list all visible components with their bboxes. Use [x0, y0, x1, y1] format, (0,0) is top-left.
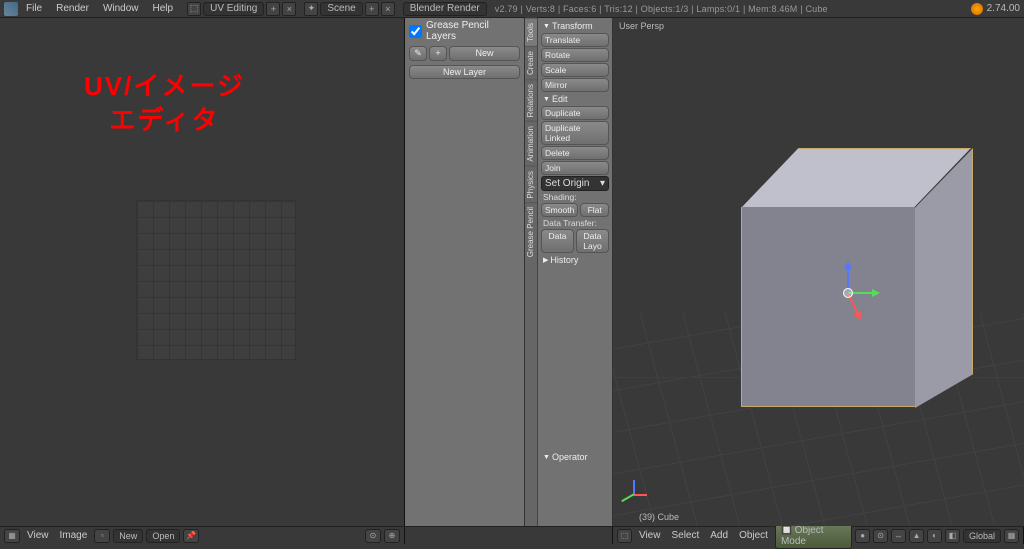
duplicate-button[interactable]: Duplicate	[541, 106, 609, 120]
set-origin-dropdown[interactable]: Set Origin▾	[541, 176, 609, 191]
smooth-button[interactable]: Smooth	[541, 203, 578, 217]
menu-file[interactable]: File	[20, 1, 48, 16]
v3-menu-select[interactable]: Select	[667, 529, 703, 542]
3d-viewport[interactable]: User Persp (39) Cube 3D ビュー	[613, 18, 1024, 526]
new-layer-button[interactable]: New Layer	[409, 65, 520, 79]
tab-physics[interactable]: Physics	[525, 166, 537, 203]
delete-button[interactable]: Delete	[541, 146, 609, 160]
pin-icon[interactable]: 📌	[183, 529, 199, 543]
new-image-button[interactable]: New	[113, 529, 143, 543]
v3-menu-object[interactable]: Object	[735, 529, 772, 542]
uv-grid	[136, 200, 296, 360]
pivot-icon[interactable]: ⊙	[365, 529, 381, 543]
info-header: File Render Window Help ⬚ UV Editing + ×…	[0, 0, 1024, 18]
blender-logo-icon	[4, 2, 18, 16]
manipulator-gizmo[interactable]	[818, 263, 878, 323]
section-edit[interactable]: Edit	[541, 93, 609, 105]
tab-tools[interactable]: Tools	[525, 18, 537, 46]
update-logo-icon	[971, 3, 983, 15]
datatransfer-label: Data Transfer:	[541, 218, 609, 228]
manip-translate-icon[interactable]: ▲	[909, 529, 924, 543]
gp-header[interactable]: Grease Pencil Layers	[405, 18, 524, 44]
tool-footer	[405, 527, 613, 544]
del-scene-icon[interactable]: ×	[381, 2, 395, 16]
manip-scale-icon[interactable]: ◧	[945, 529, 960, 543]
v3-menu-add[interactable]: Add	[706, 529, 732, 542]
section-transform[interactable]: Transform	[541, 20, 609, 32]
v3-menu-view[interactable]: View	[635, 529, 665, 542]
active-object-label: (39) Cube	[639, 512, 679, 522]
translate-button[interactable]: Translate	[541, 33, 609, 47]
view-persp-label: User Persp	[619, 21, 664, 31]
scene-stats: v2.79 | Verts:8 | Faces:6 | Tris:12 | Ob…	[495, 4, 828, 14]
uv-menu-image[interactable]: Image	[56, 529, 92, 542]
menu-help[interactable]: Help	[147, 1, 180, 16]
version-label: 2.74.00	[987, 3, 1020, 14]
gizmo-center[interactable]	[843, 288, 853, 298]
scene-icon[interactable]: ✦	[304, 2, 318, 16]
pencil-icon[interactable]: ✎	[409, 46, 427, 61]
new-gp-button[interactable]: New	[449, 46, 520, 61]
rotate-button[interactable]: Rotate	[541, 48, 609, 62]
view3d-type-icon[interactable]: ⬚	[617, 529, 632, 543]
flat-button[interactable]: Flat	[580, 203, 609, 217]
duplicate-linked-button[interactable]: Duplicate Linked	[541, 121, 609, 145]
uv-editor-type-icon[interactable]: ▦	[4, 529, 20, 543]
open-image-button[interactable]: Open	[146, 529, 180, 543]
data-button[interactable]: Data	[541, 229, 574, 253]
add-layout-icon[interactable]: +	[266, 2, 280, 16]
image-browse-icon[interactable]: ▫	[94, 529, 110, 543]
add-scene-icon[interactable]: +	[365, 2, 379, 16]
mode-dropdown[interactable]: 🔲 Object Mode	[775, 523, 852, 549]
manip-rotate-icon[interactable]: ◐	[927, 529, 942, 543]
uv-menu-view[interactable]: View	[23, 529, 53, 542]
section-history[interactable]: History	[541, 254, 609, 266]
tab-animation[interactable]: Animation	[525, 121, 537, 166]
shading-solid-icon[interactable]: ●	[855, 529, 870, 543]
tool-tabs: Tools Create Relations Animation Physics…	[525, 18, 538, 526]
tool-shelf: Transform Translate Rotate Scale Mirror …	[538, 18, 613, 526]
datalayout-button[interactable]: Data Layo	[576, 229, 609, 253]
tab-grease-pencil[interactable]: Grease Pencil	[525, 202, 537, 261]
pivot-median-icon[interactable]: ⊙	[873, 529, 888, 543]
annotation-uv: UV/イメージ エディタ	[84, 70, 245, 138]
add-gp-icon[interactable]: +	[429, 46, 447, 61]
gp-header-label: Grease Pencil Layers	[426, 20, 520, 42]
grease-pencil-panel: Grease Pencil Layers ✎ + New New Layer	[405, 18, 525, 526]
shading-label: Shading:	[541, 192, 609, 202]
tab-relations[interactable]: Relations	[525, 79, 537, 121]
uv-editor-header: ▦ View Image ▫ New Open 📌 ⊙ ⊕	[0, 527, 405, 544]
mini-axis-icon	[619, 480, 647, 508]
tab-create[interactable]: Create	[525, 46, 537, 79]
menu-window[interactable]: Window	[97, 1, 145, 16]
menu-render[interactable]: Render	[50, 1, 95, 16]
layout-icon[interactable]: ⬚	[187, 2, 201, 16]
scale-button[interactable]: Scale	[541, 63, 609, 77]
gp-checkbox[interactable]	[409, 25, 422, 38]
scene-dropdown[interactable]: Scene	[320, 2, 362, 16]
join-button[interactable]: Join	[541, 161, 609, 175]
section-operator[interactable]: Operator	[541, 451, 609, 463]
snap-icon[interactable]: ⊕	[384, 529, 400, 543]
mirror-button[interactable]: Mirror	[541, 78, 609, 92]
orientation-dropdown[interactable]: Global	[963, 529, 1001, 543]
del-layout-icon[interactable]: ×	[282, 2, 296, 16]
render-engine-dropdown[interactable]: Blender Render	[403, 2, 487, 16]
footer-headers: ▦ View Image ▫ New Open 📌 ⊙ ⊕ ⬚ View Sel…	[0, 526, 1024, 544]
uv-image-editor[interactable]: UV/イメージ エディタ	[0, 18, 405, 526]
layers-icon[interactable]: ▦	[1004, 529, 1019, 543]
manipulator-toggle-icon[interactable]: ↔	[891, 529, 906, 543]
screen-layout-dropdown[interactable]: UV Editing	[203, 2, 264, 16]
3dview-header: ⬚ View Select Add Object 🔲 Object Mode ●…	[613, 527, 1024, 544]
